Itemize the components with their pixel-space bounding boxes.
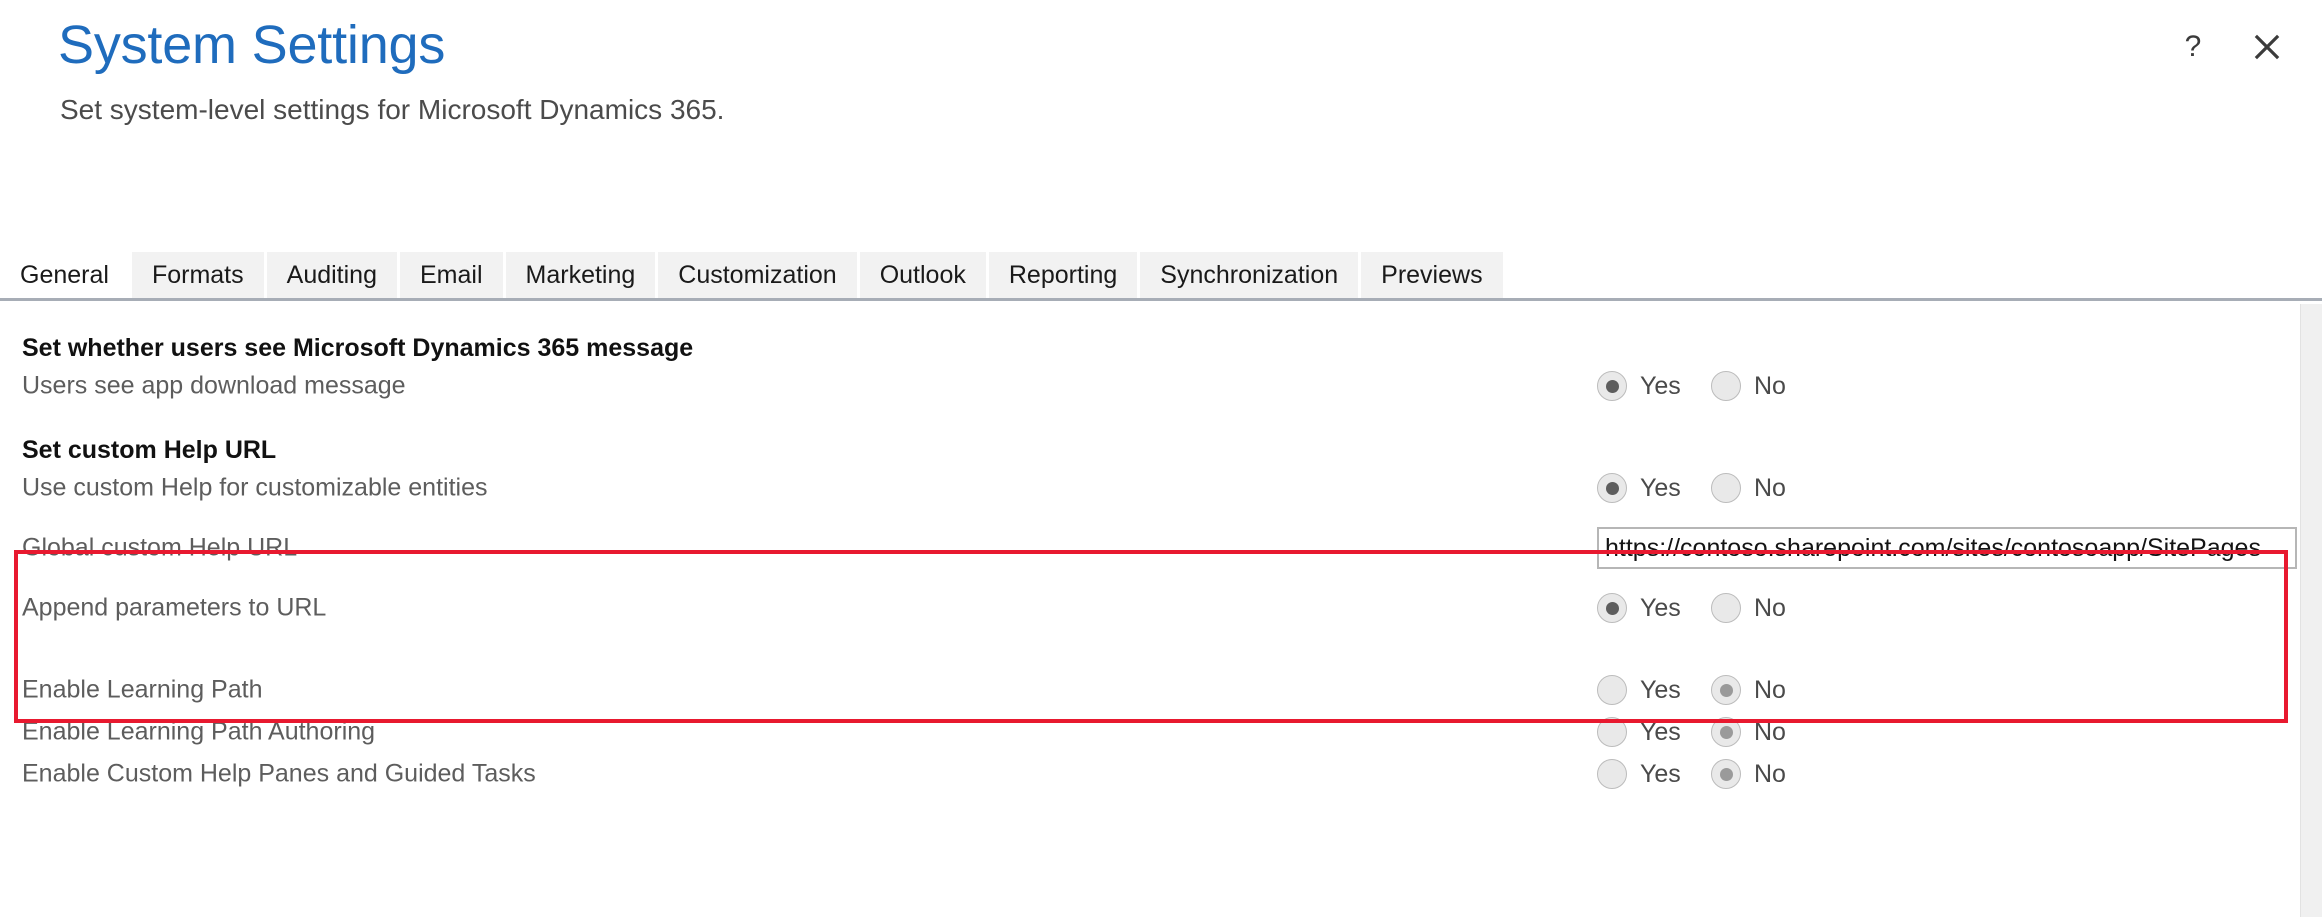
radio-group-append-parameters-to-url: Yes No [1597, 593, 1825, 623]
radio-no-mark [1711, 759, 1741, 789]
setting-row: Use custom Help for customizable entitie… [0, 457, 2300, 519]
tab-reporting[interactable]: Reporting [988, 252, 1138, 298]
radio-no-mark [1711, 371, 1741, 401]
radio-yes-mark [1597, 759, 1627, 789]
radio-yes[interactable]: Yes [1597, 593, 1711, 623]
radio-no[interactable]: No [1711, 371, 1825, 401]
tab-general[interactable]: General [0, 252, 129, 298]
dialog-header: System Settings Set system-level setting… [0, 0, 2322, 240]
tab-synchronization[interactable]: Synchronization [1140, 252, 1359, 298]
tab-formats[interactable]: Formats [131, 252, 264, 298]
close-icon[interactable] [2250, 30, 2284, 64]
radio-no-label: No [1754, 473, 1786, 502]
radio-no[interactable]: No [1711, 473, 1825, 503]
tab-marketing[interactable]: Marketing [505, 252, 656, 298]
radio-group-use-custom-help-for-customizable-entities: Yes No [1597, 473, 1825, 503]
global-custom-help-url-input[interactable] [1597, 527, 2297, 569]
radio-yes[interactable]: Yes [1597, 759, 1711, 789]
radio-no-mark [1711, 593, 1741, 623]
setting-row: Append parameters to URL Yes No [0, 577, 2300, 639]
setting-label: Append parameters to URL [22, 593, 327, 622]
radio-no-label: No [1754, 371, 1786, 400]
setting-label: Global custom Help URL [22, 533, 298, 562]
radio-no-label: No [1754, 759, 1786, 788]
setting-label: Users see app download message [22, 371, 406, 400]
radio-no[interactable]: No [1711, 759, 1825, 789]
setting-label: Enable Custom Help Panes and Guided Task… [22, 759, 536, 788]
tab-auditing[interactable]: Auditing [266, 252, 397, 298]
tab-email[interactable]: Email [400, 252, 503, 298]
radio-yes-mark [1597, 473, 1627, 503]
setting-row: Users see app download message Yes No [0, 355, 2300, 417]
setting-row: Global custom Help URL [0, 517, 2300, 579]
page-title: System Settings [58, 15, 446, 75]
radio-yes[interactable]: Yes [1597, 473, 1711, 503]
radio-group-users-see-app-download-message: Yes No [1597, 371, 1825, 401]
radio-yes-label: Yes [1640, 759, 1681, 788]
tab-outlook[interactable]: Outlook [859, 252, 986, 298]
tab-customization[interactable]: Customization [658, 252, 857, 298]
radio-no-label: No [1754, 593, 1786, 622]
tabstrip: General Formats Auditing Email Marketing Cust… [0, 252, 2322, 301]
settings-content: Set whether users see Microsoft Dynamics… [0, 304, 2300, 917]
radio-yes-mark [1597, 593, 1627, 623]
radio-yes-label: Yes [1640, 593, 1681, 622]
radio-yes-label: Yes [1640, 473, 1681, 502]
header-actions: ? [2176, 30, 2284, 64]
setting-row: Enable Custom Help Panes and Guided Task… [0, 743, 2300, 805]
content-scrollbar[interactable] [2300, 304, 2322, 917]
radio-yes-mark [1597, 371, 1627, 401]
system-settings-dialog: System Settings Set system-level setting… [0, 0, 2322, 917]
help-icon[interactable]: ? [2176, 30, 2210, 64]
radio-group-enable-custom-help-panes-and-guided-tasks: Yes No [1597, 759, 1825, 789]
setting-label: Use custom Help for customizable entitie… [22, 473, 488, 502]
radio-no-mark [1711, 473, 1741, 503]
radio-yes-label: Yes [1640, 371, 1681, 400]
page-subtitle: Set system-level settings for Microsoft … [60, 94, 725, 125]
radio-yes[interactable]: Yes [1597, 371, 1711, 401]
tab-previews[interactable]: Previews [1361, 252, 1503, 298]
radio-no[interactable]: No [1711, 593, 1825, 623]
